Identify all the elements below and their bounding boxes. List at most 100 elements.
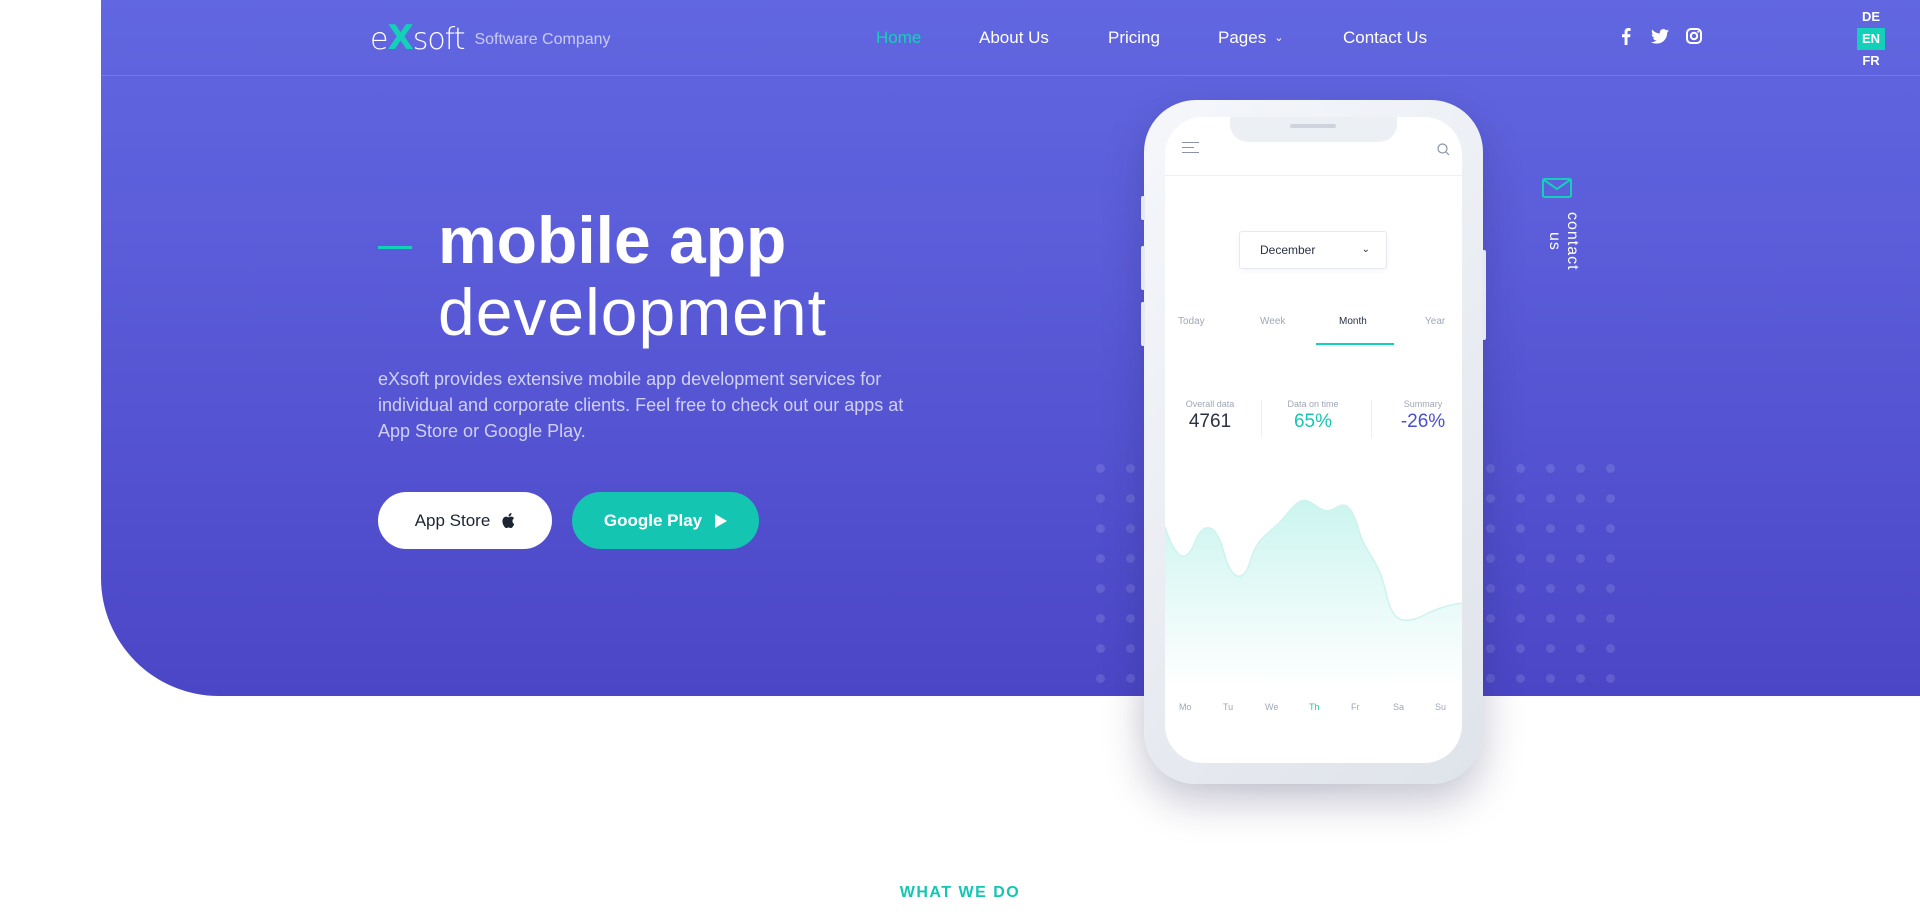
phone-volume-down <box>1141 302 1145 346</box>
pattern-dot <box>1486 464 1495 473</box>
stat-divider <box>1261 400 1262 438</box>
nav-pages-label: Pages <box>1218 28 1267 47</box>
day-label: Fr <box>1351 702 1360 712</box>
logo-mark: eXsoft <box>370 18 465 58</box>
pattern-dot <box>1546 674 1555 683</box>
hero-description: eXsoft provides extensive mobile app dev… <box>378 369 904 441</box>
hamburger-menu-icon[interactable] <box>1182 142 1199 157</box>
chevron-down-icon: ⌄ <box>1361 244 1370 255</box>
pattern-dot <box>1486 524 1495 533</box>
lang-fr[interactable]: FR <box>1857 50 1885 72</box>
stat-divider <box>1371 400 1372 438</box>
phone-notch <box>1230 117 1397 142</box>
pattern-dot <box>1516 554 1525 563</box>
twitter-icon[interactable] <box>1650 26 1670 46</box>
phone-power-button <box>1482 250 1486 340</box>
pattern-dot <box>1486 674 1495 683</box>
pattern-dot <box>1606 584 1615 593</box>
phone-mockup: December ⌄ Today Week Month Year Overall… <box>1141 100 1486 784</box>
stat-summary: Summary -26% <box>1390 399 1456 433</box>
pattern-dot <box>1576 584 1585 593</box>
stat-label: Overall data <box>1185 399 1235 409</box>
pattern-dot <box>1126 464 1135 473</box>
day-label: Mo <box>1179 702 1192 712</box>
area-chart <box>1165 499 1462 687</box>
stat-data-on-time: Data on time 65% <box>1277 399 1349 433</box>
pattern-dot <box>1606 524 1615 533</box>
pattern-dot <box>1516 524 1525 533</box>
pattern-dot <box>1096 584 1105 593</box>
day-label-active: Th <box>1309 702 1320 712</box>
stat-label: Data on time <box>1287 399 1339 409</box>
month-select[interactable]: December ⌄ <box>1239 231 1387 269</box>
pattern-dot <box>1486 614 1495 623</box>
facebook-icon[interactable] <box>1616 26 1636 46</box>
pattern-dot <box>1516 494 1525 503</box>
search-icon[interactable] <box>1437 143 1450 161</box>
pattern-dot <box>1516 644 1525 653</box>
pattern-dot <box>1486 554 1495 563</box>
lang-de[interactable]: DE <box>1857 6 1885 28</box>
pattern-dot <box>1096 554 1105 563</box>
pattern-dot <box>1486 644 1495 653</box>
phone-speaker <box>1290 124 1336 128</box>
day-label: Tu <box>1223 702 1234 712</box>
nav-home[interactable]: Home <box>876 28 921 48</box>
headline-accent-dash <box>378 246 412 249</box>
pattern-dot <box>1096 674 1105 683</box>
active-tab-indicator <box>1316 343 1394 345</box>
headline-line-2: development <box>438 275 827 349</box>
pattern-dot <box>1126 524 1135 533</box>
pattern-dot <box>1516 464 1525 473</box>
tab-year[interactable]: Year <box>1425 316 1445 327</box>
tab-month[interactable]: Month <box>1339 316 1367 327</box>
stat-value: 65% <box>1293 411 1333 432</box>
pattern-dot <box>1576 554 1585 563</box>
pattern-dot <box>1576 614 1585 623</box>
tab-today[interactable]: Today <box>1178 316 1205 327</box>
lang-en[interactable]: EN <box>1857 28 1885 50</box>
pattern-dot <box>1546 494 1555 503</box>
phone-mute-switch <box>1141 196 1145 220</box>
pattern-dot <box>1126 614 1135 623</box>
instagram-icon[interactable] <box>1684 26 1704 46</box>
section-what-we-do: WHAT WE DO <box>899 884 1021 901</box>
pattern-dot <box>1096 644 1105 653</box>
pattern-dot <box>1606 674 1615 683</box>
pattern-dot <box>1606 644 1615 653</box>
nav-about-us[interactable]: About Us <box>979 28 1049 48</box>
app-store-button[interactable]: App Store <box>378 492 552 549</box>
app-store-label: App Store <box>414 510 491 530</box>
period-tabs: Today Week Month Year <box>1165 316 1462 336</box>
nav-pages[interactable]: Pages ⌄ <box>1218 28 1283 48</box>
pattern-dot <box>1546 614 1555 623</box>
pattern-dot <box>1546 464 1555 473</box>
pattern-dot <box>1096 614 1105 623</box>
stat-value: -26% <box>1400 411 1446 432</box>
pattern-dot <box>1096 464 1105 473</box>
pattern-dot <box>1546 554 1555 563</box>
pattern-dot <box>1576 644 1585 653</box>
stat-value: 4761 <box>1188 411 1232 432</box>
contact-us-label: contact us <box>1546 212 1581 271</box>
stat-label: Summary <box>1403 399 1443 409</box>
pattern-dot <box>1576 674 1585 683</box>
nav-pricing[interactable]: Pricing <box>1108 28 1160 48</box>
pattern-dot <box>1606 554 1615 563</box>
apple-icon <box>502 513 515 528</box>
pattern-dot <box>1576 494 1585 503</box>
stat-overall-data: Overall data 4761 <box>1175 399 1245 433</box>
pattern-dot <box>1516 614 1525 623</box>
chevron-down-icon: ⌄ <box>1274 32 1284 44</box>
contact-us-side-link[interactable]: contact us <box>1541 178 1581 271</box>
pattern-dot <box>1486 584 1495 593</box>
logo[interactable]: eXsoft Software Company <box>370 18 611 58</box>
google-play-button[interactable]: Google Play <box>572 492 759 549</box>
pattern-dot <box>1576 464 1585 473</box>
pattern-dot <box>1096 524 1105 533</box>
pattern-dot <box>1126 554 1135 563</box>
play-icon <box>714 513 728 528</box>
pattern-dot <box>1126 494 1135 503</box>
nav-contact-us[interactable]: Contact Us <box>1343 28 1427 48</box>
tab-week[interactable]: Week <box>1260 316 1285 327</box>
